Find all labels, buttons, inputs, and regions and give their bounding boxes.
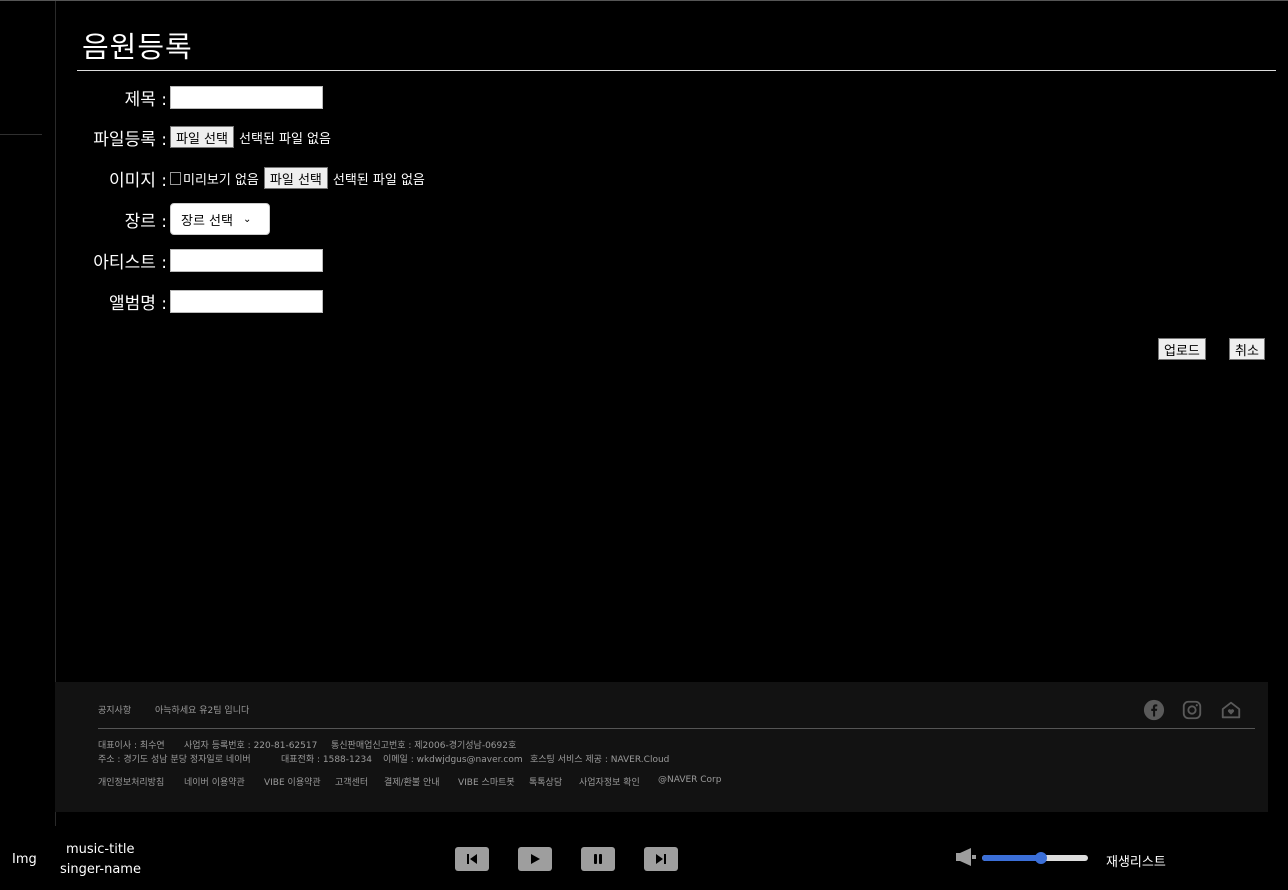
upload-button[interactable]: 업로드 xyxy=(1158,338,1206,360)
chevron-down-icon: ⌄ xyxy=(242,213,252,225)
footer-link-notice[interactable]: 공지사항 xyxy=(98,703,131,716)
next-icon xyxy=(656,854,666,864)
footer-ceo: 대표이사 : 최수연 xyxy=(98,741,165,751)
image-label: 이미지 : xyxy=(108,170,167,191)
title-input[interactable] xyxy=(170,85,323,109)
artist-row: 아티스트 : xyxy=(0,247,323,273)
top-border xyxy=(0,0,1288,1)
title-label: 제목 : xyxy=(124,89,167,110)
genre-row: 장르 : 장르 선택 ⌄ xyxy=(0,203,270,235)
title-divider xyxy=(77,70,1276,71)
footer: 공지사항 아늑하세요 유2팀 입니다 대표이사 : 최수연 사업자 등록번호 :… xyxy=(55,682,1268,812)
image-preview: 미리보기 없음 xyxy=(170,169,259,188)
broken-image-icon xyxy=(170,171,181,185)
play-icon xyxy=(531,854,540,864)
footer-link-business-info[interactable]: 사업자정보 확인 xyxy=(579,775,640,788)
footer-sales-number: 통신판매업신고번호 : 제2006-경기성남-0692호 xyxy=(331,741,517,751)
footer-link-smartbot[interactable]: VIBE 스마트봇 xyxy=(458,775,515,788)
facebook-icon[interactable] xyxy=(1143,699,1165,721)
pause-button[interactable] xyxy=(581,847,615,871)
footer-link-vibe-terms[interactable]: VIBE 이용약관 xyxy=(264,775,321,788)
file-select-button[interactable]: 파일 선택 xyxy=(170,126,234,148)
image-select-button[interactable]: 파일 선택 xyxy=(263,167,328,189)
footer-hosting: 호스팅 서비스 제공 : NAVER.Cloud xyxy=(530,755,670,765)
footer-link-refund[interactable]: 결제/환불 안내 xyxy=(384,775,440,788)
album-label: 앨범명 : xyxy=(108,293,167,314)
image-preview-alt: 미리보기 없음 xyxy=(183,172,259,188)
playlist-button[interactable]: 재생리스트 xyxy=(1106,851,1166,870)
footer-link-privacy[interactable]: 개인정보처리방침 xyxy=(98,775,164,788)
title-row: 제목 : xyxy=(0,84,323,110)
volume-icon[interactable] xyxy=(955,847,977,867)
pause-icon xyxy=(594,854,602,864)
footer-link-greeting[interactable]: 아늑하세요 유2팀 입니다 xyxy=(155,703,249,716)
genre-select-value: 장르 선택 xyxy=(181,213,233,229)
album-input[interactable] xyxy=(170,289,323,313)
volume-fill xyxy=(982,855,1041,861)
player-bar: Img music-title singer-name 재생리스트 xyxy=(0,826,1288,890)
image-row: 이미지 : 미리보기 없음 파일 선택 선택된 파일 없음 xyxy=(0,165,425,191)
artist-label: 아티스트 : xyxy=(93,252,167,273)
cancel-button[interactable]: 취소 xyxy=(1229,338,1265,360)
prev-icon xyxy=(467,854,477,864)
genre-label: 장르 : xyxy=(124,211,167,232)
footer-link-support[interactable]: 고객센터 xyxy=(335,775,368,788)
footer-divider xyxy=(98,728,1255,729)
footer-business-number: 사업자 등록번호 : 220-81-62517 xyxy=(184,741,318,751)
genre-select[interactable]: 장르 선택 ⌄ xyxy=(170,203,270,235)
play-button[interactable] xyxy=(518,847,552,871)
volume-slider[interactable] xyxy=(982,852,1088,864)
file-status: 선택된 파일 없음 xyxy=(238,131,331,147)
singer-name: singer-name xyxy=(60,862,141,877)
footer-phone: 대표전화 : 1588-1234 xyxy=(281,755,372,765)
music-title: music-title xyxy=(66,842,135,857)
footer-link-talktalk[interactable]: 톡톡상담 xyxy=(529,775,562,788)
image-file-status: 선택된 파일 없음 xyxy=(332,172,425,188)
artist-input[interactable] xyxy=(170,248,323,272)
album-row: 앨범명 : xyxy=(0,288,323,314)
next-button[interactable] xyxy=(644,847,678,871)
file-label: 파일등록 : xyxy=(93,129,167,150)
footer-copyright: @NAVER Corp xyxy=(658,775,722,785)
footer-link-naver-terms[interactable]: 네이버 이용약관 xyxy=(184,775,245,788)
album-art: Img xyxy=(12,852,37,867)
file-row: 파일등록 : 파일 선택 선택된 파일 없음 xyxy=(0,124,331,150)
footer-address: 주소 : 경기도 성남 분당 정자일로 네이버 xyxy=(98,755,251,765)
volume-thumb[interactable] xyxy=(1035,852,1047,864)
home-icon[interactable] xyxy=(1220,699,1242,721)
page-title: 음원등록 xyxy=(82,30,193,64)
prev-button[interactable] xyxy=(455,847,489,871)
instagram-icon[interactable] xyxy=(1181,699,1203,721)
footer-email: 이메일 : wkdwjdgus@naver.com xyxy=(383,755,523,765)
